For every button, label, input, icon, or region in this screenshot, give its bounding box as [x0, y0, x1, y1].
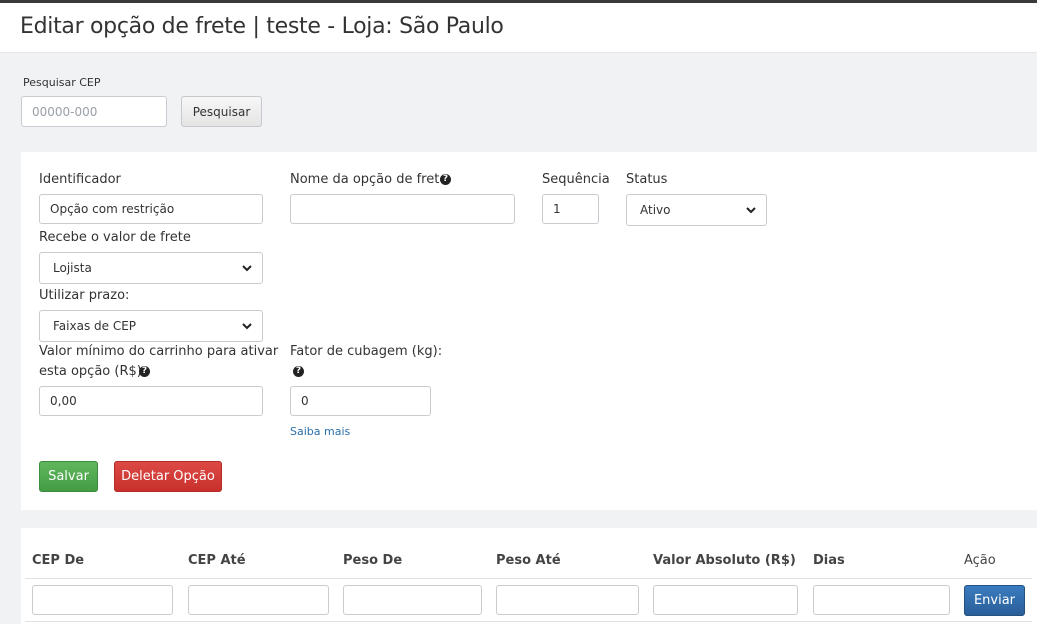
question-circle-icon[interactable]: ?	[293, 366, 304, 377]
recebe-selected: Lojista	[53, 261, 92, 275]
recebe-label: Recebe o valor de frete	[39, 230, 191, 245]
chevron-down-icon	[242, 265, 252, 272]
table-header-divider	[25, 578, 1032, 579]
column-header-acao: Ação	[964, 553, 996, 568]
status-label: Status	[626, 172, 668, 187]
cep-ate-input[interactable]	[188, 585, 329, 615]
question-circle-icon[interactable]: ?	[440, 174, 451, 185]
identificador-input[interactable]	[39, 194, 263, 224]
chevron-down-icon	[242, 323, 252, 330]
nome-input[interactable]	[290, 194, 515, 224]
status-selected: Ativo	[640, 203, 671, 217]
recebe-select[interactable]: Lojista	[39, 252, 263, 284]
column-header-cep-de: CEP De	[32, 553, 85, 568]
column-header-dias: Dias	[813, 553, 845, 568]
search-cep-input[interactable]	[21, 96, 167, 127]
delete-option-button[interactable]: Deletar Opção	[114, 461, 222, 492]
prazo-label: Utilizar prazo:	[39, 288, 130, 303]
column-header-valor-absoluto: Valor Absoluto (R$)	[653, 553, 796, 568]
submit-button[interactable]: Enviar	[964, 585, 1025, 616]
chevron-down-icon	[746, 207, 756, 214]
valor-absoluto-input[interactable]	[653, 585, 798, 615]
column-header-peso-ate: Peso Até	[496, 553, 561, 568]
saiba-mais-link[interactable]: Saiba mais	[290, 425, 350, 438]
prazo-select[interactable]: Faixas de CEP	[39, 310, 263, 342]
table-row-divider	[25, 621, 1032, 622]
sequencia-input[interactable]	[542, 194, 599, 224]
peso-ate-input[interactable]	[496, 585, 639, 615]
prazo-selected: Faixas de CEP	[53, 319, 137, 333]
question-circle-icon[interactable]: ?	[139, 366, 150, 377]
valor-minimo-label-line1: Valor mínimo do carrinho para ativar	[39, 344, 279, 359]
page-title: Editar opção de frete | teste - Loja: Sã…	[20, 14, 504, 39]
dias-input[interactable]	[813, 585, 950, 615]
page-header: Editar opção de frete | teste - Loja: Sã…	[0, 3, 1037, 53]
valor-minimo-input[interactable]	[39, 386, 263, 416]
cubagem-input[interactable]	[290, 386, 431, 416]
cubagem-label: Fator de cubagem (kg):	[290, 344, 443, 359]
column-header-peso-de: Peso De	[343, 553, 403, 568]
valor-minimo-label-line2: esta opção (R$):	[39, 364, 147, 379]
sequencia-label: Sequência	[542, 172, 610, 187]
column-header-cep-ate: CEP Até	[188, 553, 246, 568]
nome-label: Nome da opção de frete	[290, 172, 448, 187]
search-cep-label: Pesquisar CEP	[23, 76, 101, 89]
search-button[interactable]: Pesquisar	[181, 96, 262, 127]
peso-de-input[interactable]	[343, 585, 482, 615]
cep-de-input[interactable]	[32, 585, 173, 615]
identificador-label: Identificador	[39, 172, 121, 187]
status-select[interactable]: Ativo	[626, 194, 767, 226]
save-button[interactable]: Salvar	[39, 461, 98, 492]
